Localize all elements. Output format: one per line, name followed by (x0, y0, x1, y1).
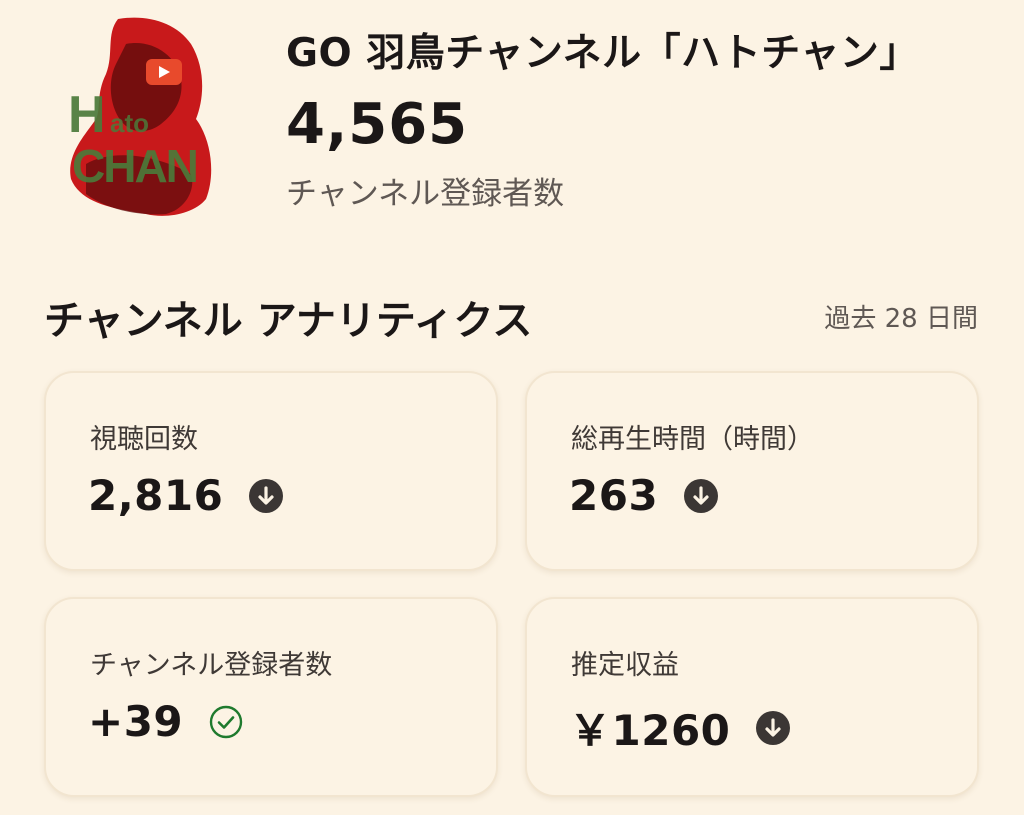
channel-dashboard: H ato CHAN GO 羽鳥チャンネル「ハトチャン」 4,565 チャンネル… (0, 0, 1024, 815)
avatar-text-chan: CHAN (72, 140, 197, 192)
metric-value-row: 2,816 (88, 471, 284, 520)
metric-value: 2,816 (88, 471, 224, 520)
arrow-down-circle-icon (684, 478, 719, 513)
analytics-title: チャンネル アナリティクス (44, 298, 533, 344)
svg-text:ato: ato (110, 108, 149, 138)
channel-name[interactable]: GO 羽鳥チャンネル「ハトチャン」 (286, 22, 919, 78)
metric-label: 推定収益 (571, 650, 679, 681)
metric-card-views[interactable]: 視聴回数 2,816 (44, 371, 498, 571)
metric-value: ￥1260 (569, 706, 731, 755)
metric-value-row: +39 (88, 697, 243, 746)
arrow-down-circle-icon (249, 478, 284, 513)
analytics-period: 過去 28 日間 (824, 304, 978, 334)
metric-card-watch-time[interactable]: 総再生時間（時間） 263 (525, 371, 979, 571)
metric-card-revenue[interactable]: 推定収益 ￥1260 (525, 597, 979, 797)
subscriber-count: 4,565 (286, 92, 469, 157)
avatar-text-hato: H (68, 86, 106, 144)
metric-value: 263 (569, 471, 659, 520)
metric-label: 視聴回数 (90, 424, 198, 455)
metric-value-row: ￥1260 (569, 697, 791, 758)
avatar-image: H ato CHAN (68, 17, 212, 216)
check-circle-icon (209, 705, 243, 738)
metric-value: +39 (88, 697, 184, 746)
arrow-down-circle-icon (756, 710, 791, 745)
channel-avatar[interactable]: H ato CHAN (66, 14, 216, 219)
metric-label: チャンネル登録者数 (90, 650, 333, 681)
metric-value-row: 263 (569, 471, 719, 520)
subscriber-label: チャンネル登録者数 (286, 176, 565, 212)
metric-label: 総再生時間（時間） (571, 424, 814, 455)
metric-card-subscribers[interactable]: チャンネル登録者数 +39 (44, 597, 498, 797)
